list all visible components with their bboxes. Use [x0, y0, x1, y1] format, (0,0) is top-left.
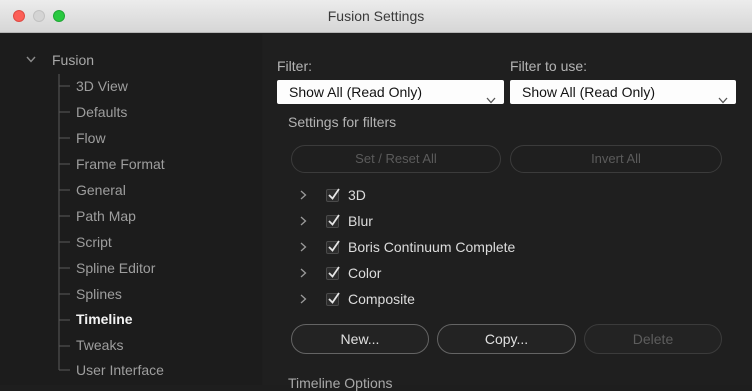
- filter-dropdown[interactable]: Show All (Read Only): [277, 80, 504, 104]
- chevron-right-icon[interactable]: [300, 188, 312, 203]
- sidebar-item-general[interactable]: General: [76, 177, 126, 203]
- filter-row-composite[interactable]: Composite: [300, 286, 415, 312]
- filter-row-boris-continuum-complete[interactable]: Boris Continuum Complete: [300, 234, 515, 260]
- sidebar-item-spline-editor[interactable]: Spline Editor: [76, 255, 155, 281]
- chevron-right-icon[interactable]: [300, 266, 312, 281]
- filter-checkbox[interactable]: [326, 213, 340, 228]
- sidebar-item-defaults[interactable]: Defaults: [76, 99, 127, 125]
- sidebar-item-timeline[interactable]: Timeline: [76, 306, 133, 332]
- filter-name: Boris Continuum Complete: [348, 239, 516, 255]
- window-title: Fusion Settings: [327, 8, 425, 24]
- filter-row-color[interactable]: Color: [300, 260, 381, 286]
- chevron-right-icon[interactable]: [300, 240, 312, 255]
- filter-checkbox[interactable]: [326, 239, 340, 254]
- sidebar-item-path-map[interactable]: Path Map: [76, 203, 136, 229]
- filter-to-use-label: Filter to use:: [510, 58, 588, 74]
- sidebar-item-tweaks[interactable]: Tweaks: [76, 332, 123, 358]
- sidebar-item-3d-view[interactable]: 3D View: [76, 73, 128, 99]
- delete-button[interactable]: Delete: [584, 324, 722, 354]
- chevron-right-icon[interactable]: [300, 214, 312, 229]
- filter-checkbox[interactable]: [326, 265, 340, 280]
- timeline-options-heading: Timeline Options: [288, 375, 393, 391]
- filter-dropdown-value: Show All (Read Only): [289, 84, 423, 100]
- filter-name: Composite: [348, 291, 415, 307]
- filter-row-3d[interactable]: 3D: [300, 182, 366, 208]
- settings-main-panel: Filter: Filter to use: Show All (Read On…: [263, 34, 752, 391]
- sidebar-item-script[interactable]: Script: [76, 229, 112, 255]
- filter-label: Filter:: [277, 58, 312, 74]
- invert-all-button[interactable]: Invert All: [510, 145, 722, 173]
- title-bar: Fusion Settings: [0, 0, 752, 33]
- set-reset-all-button[interactable]: Set / Reset All: [291, 145, 501, 173]
- filter-to-use-dropdown-value: Show All (Read Only): [522, 84, 656, 100]
- filter-to-use-dropdown[interactable]: Show All (Read Only): [510, 80, 736, 104]
- chevron-down-icon[interactable]: [26, 54, 40, 66]
- tree-connector-lines: [58, 74, 70, 371]
- filter-name: Color: [348, 265, 382, 281]
- sidebar-item-flow[interactable]: Flow: [76, 125, 106, 151]
- filter-checkbox[interactable]: [326, 187, 340, 202]
- settings-for-filters-label: Settings for filters: [288, 114, 397, 130]
- filter-name: 3D: [348, 187, 366, 203]
- new-button[interactable]: New...: [291, 324, 429, 354]
- sidebar-root-fusion[interactable]: Fusion: [26, 52, 94, 68]
- chevron-down-icon: [486, 87, 496, 111]
- filter-name: Blur: [348, 213, 373, 229]
- filter-row-blur[interactable]: Blur: [300, 208, 373, 234]
- filter-checkbox[interactable]: [326, 291, 340, 306]
- sidebar-item-splines[interactable]: Splines: [76, 281, 122, 307]
- copy-button[interactable]: Copy...: [437, 324, 576, 354]
- sidebar-item-user-interface[interactable]: User Interface: [76, 357, 164, 383]
- chevron-down-icon: [718, 87, 728, 111]
- settings-sidebar: Fusion 3D View Defaults Flow Frame Forma…: [0, 34, 262, 385]
- chevron-right-icon[interactable]: [300, 292, 312, 307]
- sidebar-root-label: Fusion: [52, 52, 95, 68]
- sidebar-item-frame-format[interactable]: Frame Format: [76, 151, 165, 177]
